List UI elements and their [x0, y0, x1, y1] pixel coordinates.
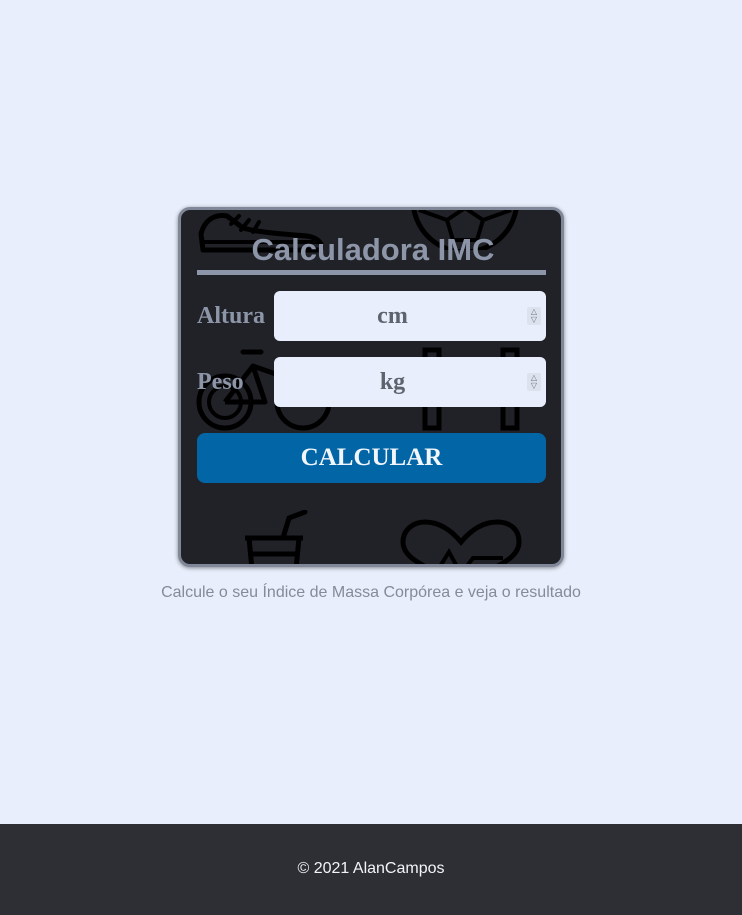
app-title: Calculadora IMC [251, 232, 495, 267]
calculate-button[interactable]: CALCULAR [197, 433, 546, 483]
weight-stepper[interactable]: △ ▽ [527, 373, 541, 391]
weight-label: Peso [197, 369, 244, 395]
bmi-calculator-card: Calculadora IMC Altura △ ▽ Peso △ ▽ CALC… [178, 207, 564, 567]
height-input[interactable] [274, 291, 546, 341]
caption-text: Calcule o seu Índice de Massa Corpórea e… [161, 584, 581, 601]
chevron-down-icon[interactable]: ▽ [531, 316, 537, 324]
weight-input[interactable] [274, 357, 546, 407]
page: Calculadora IMC Altura △ ▽ Peso △ ▽ CALC… [0, 0, 742, 915]
juice-cup-icon [245, 510, 308, 564]
title-divider [197, 270, 546, 275]
footer: © 2021 AlanCampos [0, 824, 742, 915]
height-label: Altura [197, 303, 265, 329]
copyright-text: © 2021 AlanCampos [297, 860, 445, 877]
chevron-down-icon[interactable]: ▽ [531, 382, 537, 390]
height-stepper[interactable]: △ ▽ [527, 307, 541, 325]
heartbeat-icon [400, 519, 522, 564]
